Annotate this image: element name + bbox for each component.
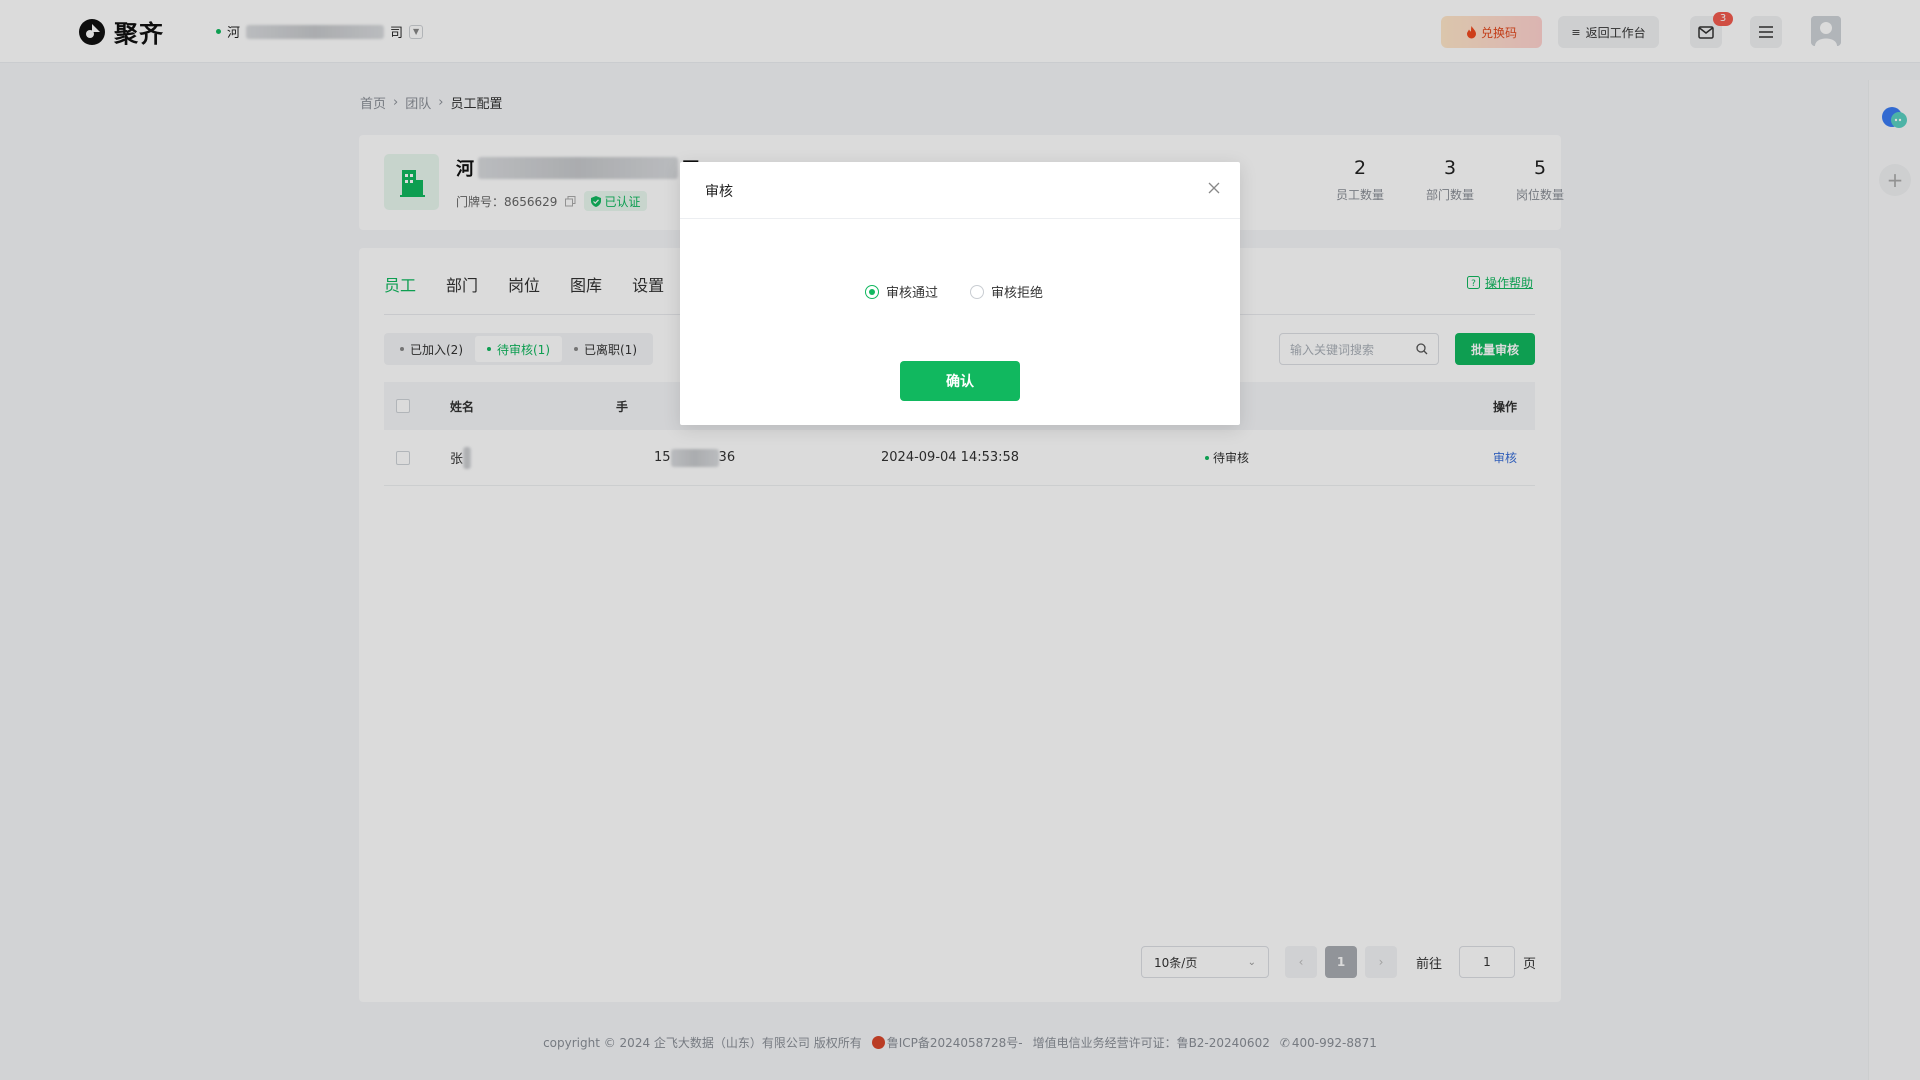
dialog-divider bbox=[680, 218, 1240, 219]
radio-approve-circle[interactable] bbox=[865, 284, 879, 299]
review-result-radio-group: 审核通过 审核拒绝 bbox=[865, 282, 1043, 301]
radio-reject-circle[interactable] bbox=[970, 284, 985, 299]
radio-approve[interactable]: 审核通过 bbox=[865, 282, 938, 301]
dialog-title: 审核 bbox=[705, 184, 733, 200]
review-dialog: 审核 审核通过 审核拒绝 确认 bbox=[680, 162, 1240, 425]
close-icon[interactable] bbox=[1207, 181, 1221, 195]
radio-reject-label: 审核拒绝 bbox=[991, 286, 1044, 301]
radio-reject[interactable]: 审核拒绝 bbox=[970, 282, 1043, 301]
radio-approve-label: 审核通过 bbox=[886, 286, 939, 301]
confirm-button[interactable]: 确认 bbox=[900, 361, 1020, 401]
